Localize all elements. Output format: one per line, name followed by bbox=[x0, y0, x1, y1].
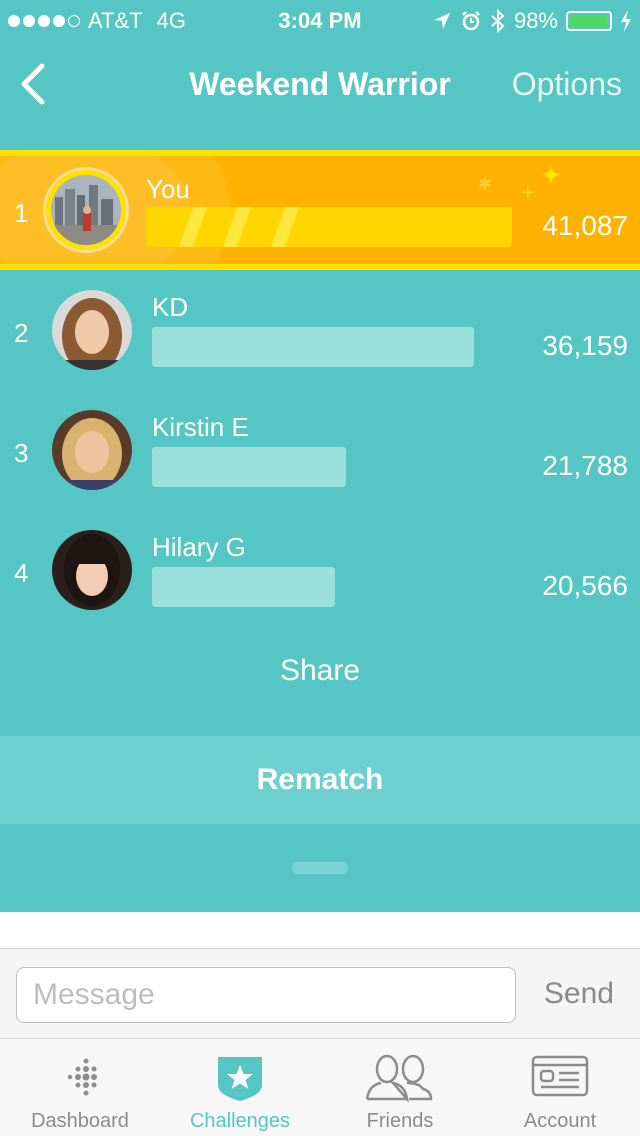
id-card-icon bbox=[531, 1055, 589, 1097]
avatar bbox=[52, 530, 132, 610]
battery-icon bbox=[566, 11, 612, 31]
tab-label: Challenges bbox=[189, 1110, 291, 1132]
rank-number: 1 bbox=[14, 198, 29, 228]
avatar bbox=[46, 170, 126, 250]
step-count: 41,087 bbox=[542, 210, 628, 241]
rank-number: 4 bbox=[14, 558, 29, 588]
rematch-button[interactable]: Rematch bbox=[0, 736, 640, 824]
location-arrow-icon bbox=[433, 13, 450, 29]
sparkle-icon: ✦ bbox=[540, 160, 562, 190]
progress-bar bbox=[152, 447, 346, 487]
step-count: 21,788 bbox=[542, 450, 628, 481]
battery-percent: 98% bbox=[513, 8, 558, 33]
avatar-photo-kirstin bbox=[52, 410, 132, 490]
message-bar: Send bbox=[0, 948, 640, 1038]
message-input[interactable] bbox=[16, 967, 516, 1023]
sparkle-plus-icon: + bbox=[522, 182, 534, 204]
drag-handle[interactable] bbox=[292, 862, 348, 874]
avatar-photo-kd bbox=[52, 290, 132, 370]
bluetooth-icon bbox=[491, 9, 505, 33]
leaderboard-row-you[interactable]: 1 You 41,087 ✦ + ✱ bbox=[0, 150, 640, 270]
people-icon bbox=[365, 1054, 433, 1103]
tab-challenges[interactable]: Challenges bbox=[160, 1039, 320, 1136]
tab-bar: Dashboard Challenges Friends Account bbox=[0, 1038, 640, 1136]
rank-number: 3 bbox=[14, 438, 29, 468]
participant-name: You bbox=[146, 174, 190, 204]
options-button[interactable]: Options bbox=[512, 66, 622, 103]
status-bar: AT&T 4G 3:04 PM 98% bbox=[0, 0, 640, 40]
alarm-icon bbox=[462, 11, 480, 31]
charging-bolt-icon bbox=[621, 10, 631, 32]
sparkle-star-icon: ✱ bbox=[478, 176, 492, 193]
star-badge-icon bbox=[218, 1057, 262, 1101]
fitbit-dots-icon bbox=[67, 1058, 97, 1096]
leaderboard-row[interactable]: 4 Hilary G 20,566 bbox=[0, 510, 640, 630]
step-count: 36,159 bbox=[542, 330, 628, 361]
tab-account[interactable]: Account bbox=[480, 1039, 640, 1136]
tab-label: Account bbox=[523, 1110, 597, 1132]
participant-name: Kirstin E bbox=[152, 412, 249, 442]
tab-dashboard[interactable]: Dashboard bbox=[0, 1039, 160, 1136]
leaderboard-row[interactable]: 2 KD 36,159 bbox=[0, 270, 640, 390]
participant-name: KD bbox=[152, 292, 189, 322]
tab-friends[interactable]: Friends bbox=[320, 1039, 480, 1136]
avatar-photo-hilary bbox=[52, 530, 132, 610]
leaderboard-row[interactable]: 3 Kirstin E 21,788 bbox=[0, 390, 640, 510]
tab-label: Dashboard bbox=[31, 1110, 129, 1132]
share-button[interactable]: Share bbox=[0, 654, 640, 688]
status-right: 98% bbox=[432, 8, 632, 34]
rank-number: 2 bbox=[14, 318, 29, 348]
avatar bbox=[52, 290, 132, 370]
participant-name: Hilary G bbox=[152, 532, 246, 562]
progress-bar bbox=[152, 567, 335, 607]
tab-label: Friends bbox=[366, 1110, 434, 1132]
navigation-bar: Weekend Warrior Options bbox=[0, 40, 640, 128]
progress-bar-you bbox=[146, 207, 512, 247]
avatar-photo-you bbox=[51, 175, 121, 245]
step-count: 20,566 bbox=[542, 570, 628, 601]
send-button[interactable]: Send bbox=[544, 977, 614, 1011]
avatar bbox=[52, 410, 132, 490]
progress-bar bbox=[152, 327, 474, 367]
